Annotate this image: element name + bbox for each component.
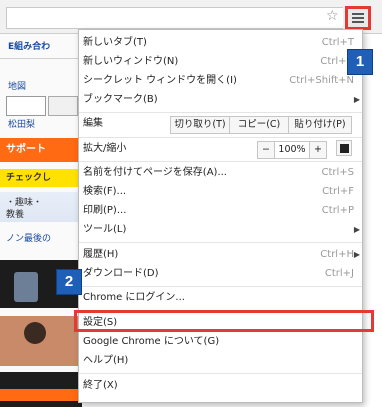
menu-item-label: 履歴(H) (83, 249, 119, 260)
bg-text-line: 地図 (8, 82, 27, 92)
menu-item-label: 新しいタブ(T) (83, 37, 147, 48)
menu-separator (79, 242, 362, 243)
edit-label: 編集 (83, 118, 103, 129)
menu-item-exit[interactable]: 終了(X) (79, 376, 362, 395)
submenu-arrow-icon: ▶ (353, 95, 360, 104)
bg-stripe (0, 389, 82, 401)
bg-text-line: 松田梨 (8, 120, 36, 130)
background-web-page: E組み合わ 地図 松田梨 サポート チェックし ・趣味・ 教養 ノン最後の (0, 34, 82, 407)
menu-item-incognito[interactable]: シークレット ウィンドウを開く(I) Ctrl+Shift+N (79, 71, 362, 90)
menu-item-label: 新しいウィンドウ(N) (83, 56, 179, 67)
menu-item-label: ダウンロード(D) (83, 268, 159, 279)
menu-item-new-tab[interactable]: 新しいタブ(T) Ctrl+T (79, 33, 362, 52)
menu-item-bookmarks[interactable]: ブックマーク(B) ▶ (79, 90, 362, 109)
menu-item-shortcut: Ctrl+F (322, 186, 354, 197)
bg-button (48, 96, 78, 116)
menu-item-help[interactable]: ヘルプ(H) (79, 351, 362, 370)
menu-item-about[interactable]: Google Chrome について(G) (79, 332, 362, 351)
zoom-in-button[interactable]: + (309, 141, 327, 159)
cut-button[interactable]: 切り取り(T) (170, 116, 230, 134)
bg-search-box (6, 96, 46, 116)
bg-text-line: E組み合わ (8, 42, 51, 52)
menu-item-label: シークレット ウィンドウを開く(I) (83, 75, 237, 86)
menu-separator (79, 137, 362, 138)
menu-item-label: 検索(F)... (83, 186, 127, 197)
menu-item-shortcut: Ctrl+H (320, 249, 354, 260)
menu-item-label: 名前を付けてページを保存(A)... (83, 167, 227, 178)
menu-row-edit: 編集 切り取り(T) コピー(C) 貼り付け(P) (79, 114, 362, 134)
chrome-menu: 新しいタブ(T) Ctrl+T 新しいウィンドウ(N) Ctrl+N シークレッ… (78, 29, 363, 403)
menu-item-shortcut: Ctrl+J (324, 268, 354, 279)
hamburger-icon (352, 12, 364, 24)
zoom-label: 拡大/縮小 (83, 143, 127, 154)
menu-item-new-window[interactable]: 新しいウィンドウ(N) Ctrl+N (79, 52, 362, 71)
menu-item-label: ツール(L) (83, 224, 127, 235)
submenu-arrow-icon: ▶ (353, 225, 360, 234)
bookmark-star-icon[interactable]: ☆ (326, 7, 339, 25)
copy-button[interactable]: コピー(C) (229, 116, 289, 134)
menu-separator (79, 112, 362, 113)
bg-banner-yellow: チェックし (0, 169, 82, 187)
bg-text-line: 教養 (6, 210, 25, 220)
settings-highlight-box (74, 310, 374, 332)
zoom-level: 100% (274, 141, 310, 159)
menu-row-zoom: 拡大/縮小 − 100% + (79, 139, 362, 159)
zoom-out-button[interactable]: − (257, 141, 275, 159)
menu-item-label: Google Chrome について(G) (83, 336, 220, 347)
menu-item-shortcut: Ctrl+P (321, 205, 354, 216)
bg-divider (0, 58, 82, 59)
chrome-menu-button[interactable] (345, 6, 371, 30)
menu-item-sign-in[interactable]: Chrome にログイン... (79, 288, 362, 307)
menu-item-label: Chrome にログイン... (83, 292, 185, 303)
bg-banner-orange: サポート (0, 138, 82, 162)
submenu-arrow-icon: ▶ (353, 250, 360, 259)
menu-item-label: ヘルプ(H) (83, 355, 129, 366)
menu-item-shortcut: Ctrl+Shift+N (289, 75, 354, 86)
bg-image-figure (24, 322, 46, 344)
menu-item-save-page[interactable]: 名前を付けてページを保存(A)... Ctrl+S (79, 163, 362, 182)
step-badge-2: 2 (56, 269, 82, 295)
menu-item-shortcut: Ctrl+S (321, 167, 354, 178)
menu-separator (79, 286, 362, 287)
bg-image-figure (14, 272, 38, 302)
menu-separator (79, 161, 362, 162)
menu-separator (79, 373, 362, 374)
menu-item-label: 終了(X) (83, 380, 118, 391)
menu-item-label: 印刷(P)... (83, 205, 127, 216)
bg-text-line: ・趣味・ (6, 198, 43, 208)
menu-item-downloads[interactable]: ダウンロード(D) Ctrl+J (79, 264, 362, 283)
step-badge-1: 1 (347, 49, 373, 75)
menu-item-find[interactable]: 検索(F)... Ctrl+F (79, 182, 362, 201)
menu-item-tools[interactable]: ツール(L) ▶ (79, 220, 362, 239)
menu-item-label: ブックマーク(B) (83, 94, 158, 105)
menu-item-print[interactable]: 印刷(P)... Ctrl+P (79, 201, 362, 220)
paste-button[interactable]: 貼り付け(P) (288, 116, 352, 134)
bg-text-line: ノン最後の (6, 234, 52, 244)
fullscreen-icon[interactable] (336, 140, 352, 156)
address-bar[interactable] (6, 7, 343, 29)
menu-item-history[interactable]: 履歴(H) Ctrl+H ▶ (79, 245, 362, 264)
